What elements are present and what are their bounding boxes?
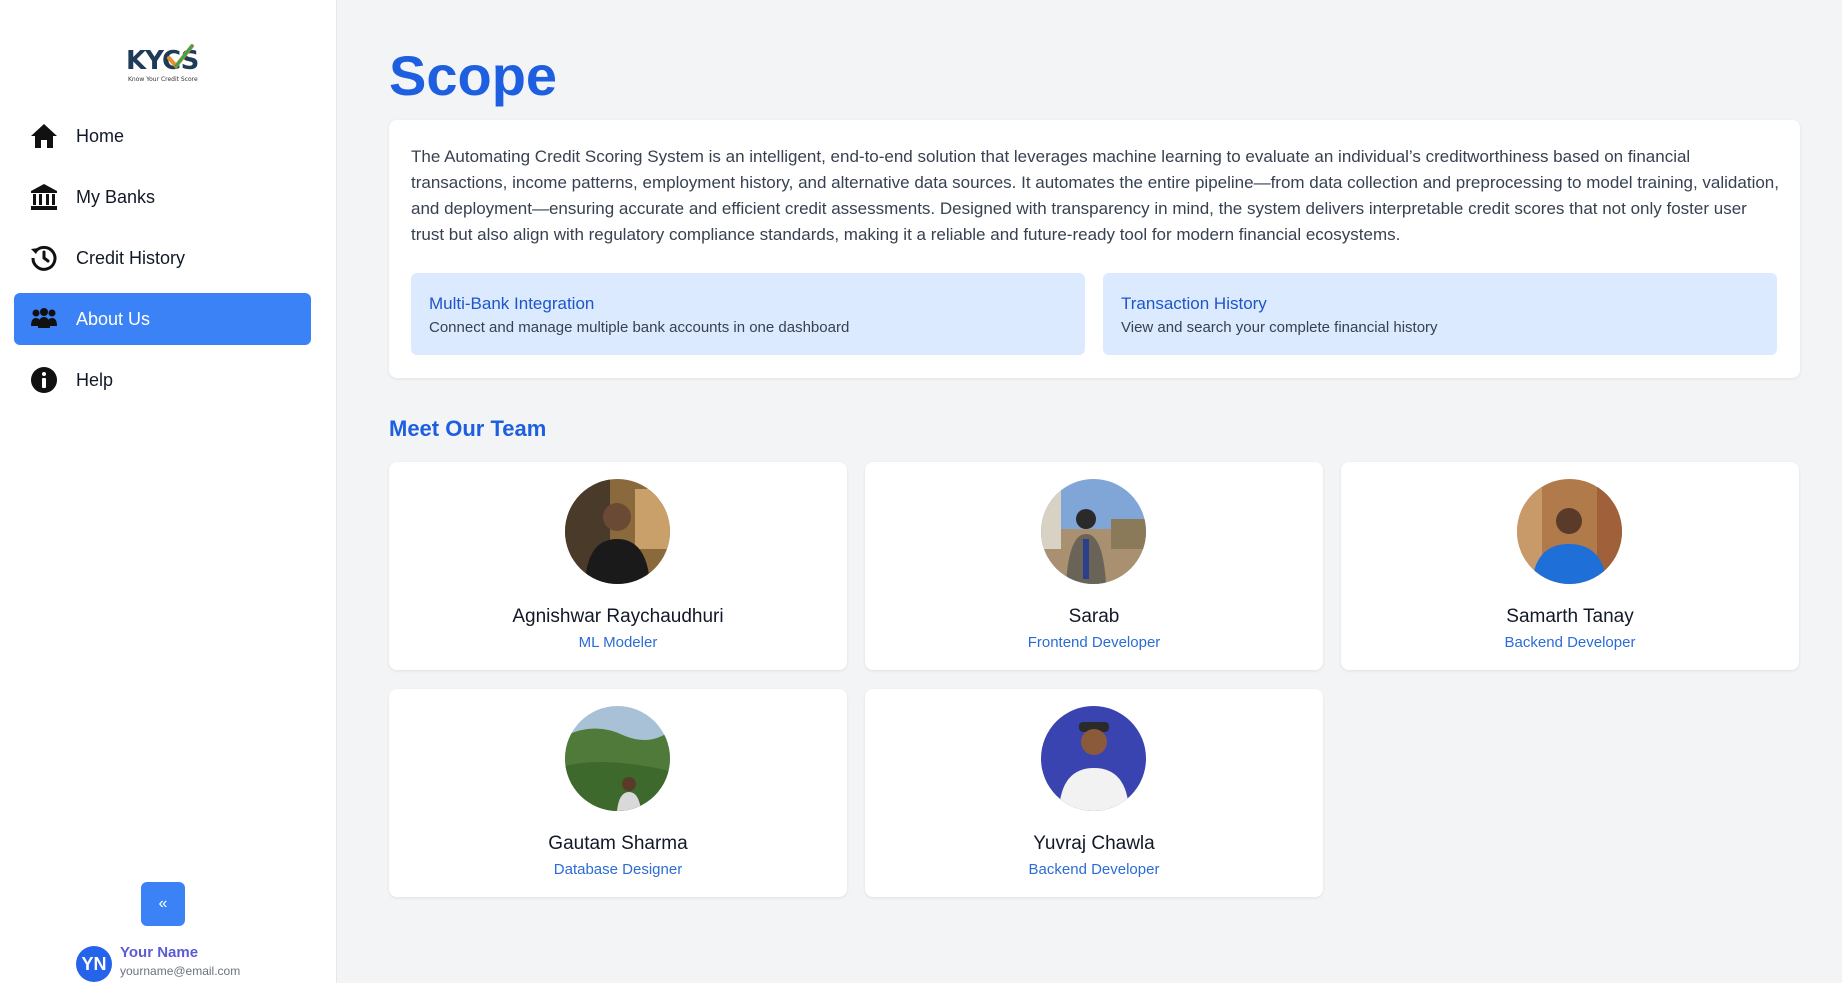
user-email: yourname@email.com — [120, 964, 241, 978]
sidebar-item-label: My Banks — [76, 186, 156, 207]
member-photo — [565, 706, 670, 811]
sidebar-item-label: About Us — [76, 308, 151, 329]
member-name: Gautam Sharma — [548, 833, 688, 854]
member-photo — [565, 479, 670, 584]
member-photo — [1041, 706, 1146, 811]
team-member-card: Sarab Frontend Developer — [865, 462, 1323, 670]
member-photo — [1041, 479, 1146, 584]
sidebar-item-label: Credit History — [76, 247, 186, 268]
kycs-logo[interactable]: KYCS Know Your Credit Score — [126, 40, 200, 86]
scope-description: The Automating Credit Scoring System is … — [411, 147, 1779, 244]
member-name: Agnishwar Raychaudhuri — [512, 606, 724, 627]
feature-description: View and search your complete financial … — [1121, 319, 1438, 336]
team-member-card: Yuvraj Chawla Backend Developer — [865, 689, 1323, 897]
collapse-sidebar-button[interactable]: « — [141, 882, 185, 926]
feature-multi-bank-integration[interactable]: Multi-Bank Integration Connect and manag… — [411, 273, 1085, 355]
sidebar: KYCS Know Your Credit Score Home My Bank… — [0, 0, 337, 983]
member-role: Backend Developer — [1028, 861, 1160, 878]
member-name: Samarth Tanay — [1506, 606, 1634, 627]
member-name: Sarab — [1068, 606, 1120, 627]
team-member-card: Gautam Sharma Database Designer — [389, 689, 847, 897]
sidebar-item-credit-history[interactable]: Credit History — [14, 232, 311, 284]
sidebar-item-about-us[interactable]: About Us — [14, 293, 311, 345]
sidebar-item-label: Help — [76, 369, 114, 390]
sidebar-item-help[interactable]: Help — [14, 354, 311, 406]
member-role: Database Designer — [553, 861, 683, 878]
user-profile[interactable]: YN Your Name yourname@email.com — [76, 944, 240, 982]
team-member-card: Samarth Tanay Backend Developer — [1341, 462, 1799, 670]
member-role: ML Modeler — [578, 634, 658, 651]
user-name: Your Name — [120, 944, 199, 961]
history-icon — [30, 244, 58, 272]
avatar: YN — [76, 946, 112, 982]
member-role: Backend Developer — [1504, 634, 1636, 651]
sidebar-item-label: Home — [76, 125, 125, 146]
people-icon — [30, 305, 58, 333]
home-icon — [30, 122, 58, 150]
feature-title: Transaction History — [1121, 294, 1267, 313]
member-photo — [1517, 479, 1622, 584]
bank-icon — [30, 183, 58, 211]
sidebar-item-my-banks[interactable]: My Banks — [14, 171, 311, 223]
page-title: Scope — [389, 44, 558, 107]
sidebar-item-home[interactable]: Home — [14, 110, 311, 162]
feature-description: Connect and manage multiple bank account… — [429, 319, 850, 336]
info-icon — [30, 366, 58, 394]
member-name: Yuvraj Chawla — [1033, 833, 1155, 854]
logo-tagline: Know Your Credit Score — [128, 76, 198, 83]
team-member-card: Agnishwar Raychaudhuri ML Modeler — [389, 462, 847, 670]
member-role: Frontend Developer — [1027, 634, 1161, 651]
sidebar-nav: Home My Banks Credit History About Us He… — [14, 110, 311, 415]
feature-transaction-history[interactable]: Transaction History View and search your… — [1103, 273, 1777, 355]
team-section-title: Meet Our Team — [389, 416, 547, 441]
logo-check-icon — [167, 44, 194, 70]
scope-card: The Automating Credit Scoring System is … — [389, 120, 1800, 378]
feature-title: Multi-Bank Integration — [429, 294, 595, 313]
